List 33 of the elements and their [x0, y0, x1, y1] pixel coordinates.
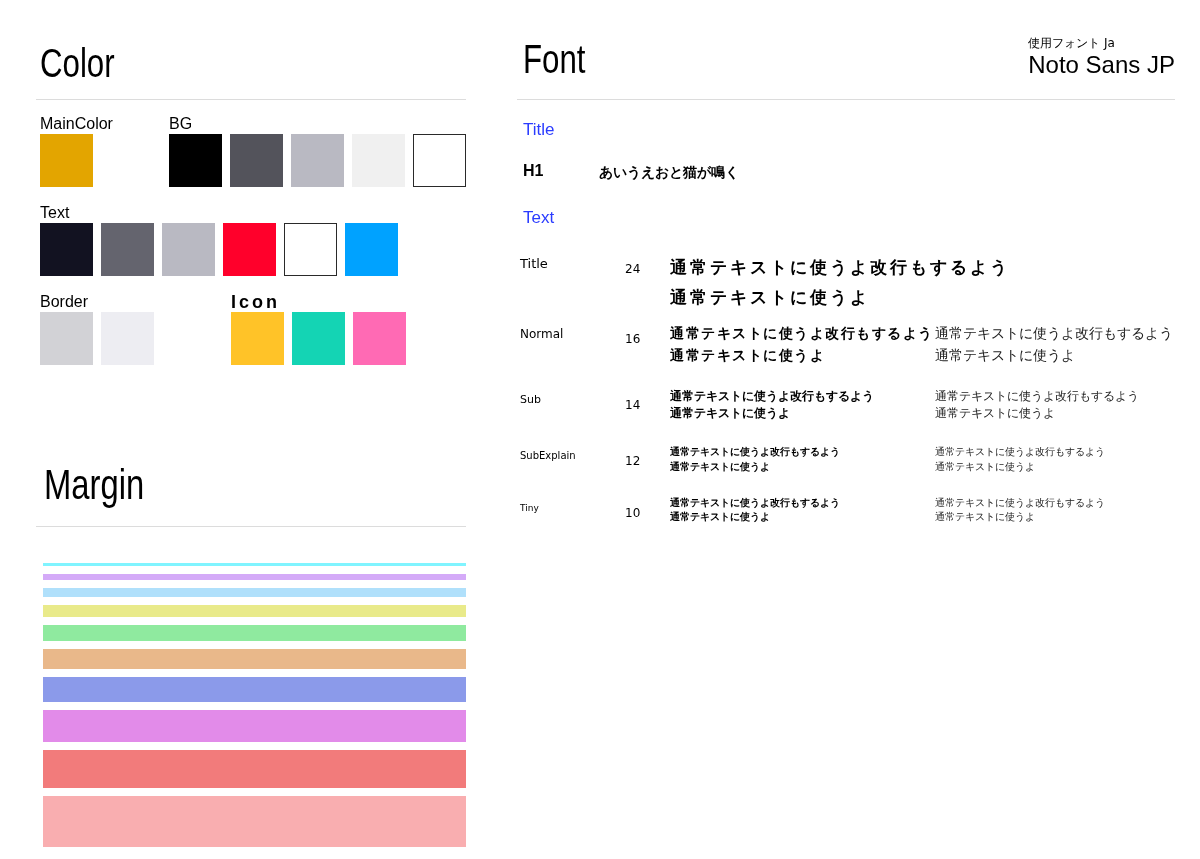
section-title: Font [523, 39, 586, 79]
font-size-value: 16 [625, 332, 642, 348]
group-label: MainColor [40, 114, 113, 134]
section-title: Color [40, 43, 115, 83]
style-label: Normal [520, 326, 565, 343]
font-name: Noto Sans JP [1028, 51, 1175, 79]
style-label: Title [520, 256, 549, 273]
category-heading: Title [522, 120, 556, 140]
sample-text: 通常テキストに使うよ改行もするよう 通常テキストに使うよ [935, 388, 1140, 422]
group-label: Border [40, 292, 90, 312]
sample-text: 通常テキストに使うよ改行もするよう 通常テキストに使うよ [670, 256, 1011, 309]
sample-text: あいうえおと猫が鳴く [599, 164, 739, 182]
sample-text: 通常テキストに使うよ改行もするよう 通常テキストに使うよ [935, 445, 1106, 474]
sample-text: 通常テキストに使うよ改行もするよう 通常テキストに使うよ [670, 445, 841, 474]
sample-text: 通常テキストに使うよ改行もするよう 通常テキストに使うよ [670, 388, 875, 422]
group-label: Text [40, 203, 71, 223]
font-size-value: 12 [625, 454, 642, 470]
font-size-value: 24 [625, 262, 642, 278]
group-label: Icon [231, 292, 281, 312]
style-label: Sub [520, 392, 542, 408]
sample-text: 通常テキストに使うよ改行もするよう 通常テキストに使うよ [935, 496, 1106, 524]
group-label: BG [169, 114, 194, 134]
style-label: SubExplain [520, 449, 577, 463]
sample-text: 通常テキストに使うよ改行もするよう 通常テキストに使うよ [670, 324, 935, 365]
style-label: H1 [523, 162, 545, 181]
sample-text: 通常テキストに使うよ改行もするよう 通常テキストに使うよ [935, 324, 1174, 365]
category-heading: Text [522, 208, 556, 228]
font-caption: 使用フォント Ja [1028, 35, 1115, 51]
section-title: Margin [44, 464, 145, 506]
sample-text: 通常テキストに使うよ改行もするよう 通常テキストに使うよ [670, 496, 841, 524]
font-size-value: 14 [625, 398, 642, 414]
style-label: Tiny [520, 502, 540, 515]
font-size-value: 10 [625, 506, 642, 522]
